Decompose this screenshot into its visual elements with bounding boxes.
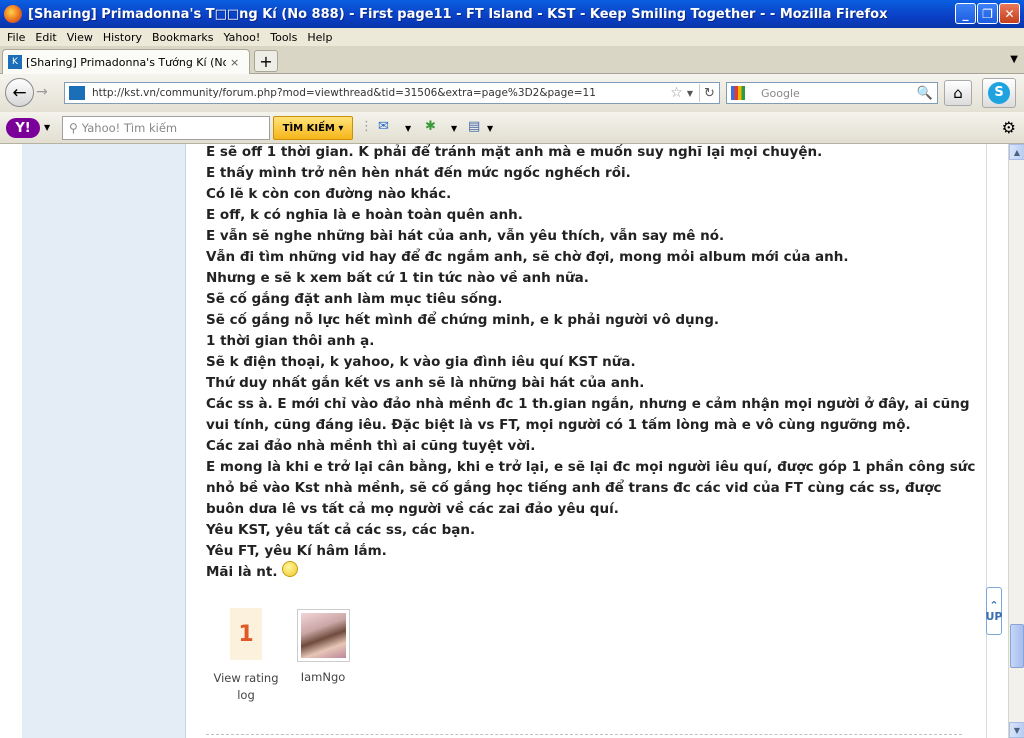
mail-icon[interactable]: ✉: [378, 119, 389, 134]
scroll-up-button[interactable]: ⌃ UP: [985, 587, 1003, 635]
navigation-toolbar: ← → http://kst.vn/community/forum.php?mo…: [0, 74, 1024, 112]
firefox-icon: [4, 5, 22, 23]
page-margin: [0, 144, 22, 738]
menu-help[interactable]: Help: [307, 31, 332, 44]
tab-list-icon[interactable]: ▼: [1010, 54, 1018, 65]
skype-icon: S: [988, 82, 1010, 104]
post-line: Yêu KST, yêu tất cả các ss, các bạn.: [206, 522, 476, 538]
google-icon[interactable]: [731, 86, 745, 100]
url-text[interactable]: http://kst.vn/community/forum.php?mod=vi…: [92, 87, 670, 99]
search-bar[interactable]: Google 🔍: [726, 82, 938, 104]
post-line: Sẽ k điện thoại, k yahoo, k vào gia đình…: [206, 354, 636, 370]
rating-score[interactable]: 1: [230, 608, 262, 660]
post-divider: [206, 734, 962, 735]
addon-icon[interactable]: ✱: [425, 119, 436, 134]
new-tab-button[interactable]: +: [254, 50, 278, 72]
history-dropdown-icon[interactable]: ▼: [687, 89, 693, 98]
post-line: Vẫn đi tìm những vid hay để đc ngắm anh,…: [206, 249, 849, 265]
page-icon[interactable]: ▤: [468, 119, 480, 134]
post-line: Thứ duy nhất gắn kết vs anh sẽ là những …: [206, 375, 645, 391]
addon-dropdown-icon[interactable]: ▼: [451, 124, 457, 133]
menu-tools[interactable]: Tools: [270, 31, 297, 44]
site-identity-icon[interactable]: [69, 86, 85, 100]
menu-edit[interactable]: Edit: [35, 31, 56, 44]
page-right-margin: [986, 144, 1008, 738]
minimize-button[interactable]: _: [955, 3, 976, 24]
tab-current[interactable]: K [Sharing] Primadonna's Tướng Kí (No 88…: [2, 49, 250, 74]
bookmark-star-icon[interactable]: ☆: [670, 85, 683, 101]
menu-bookmarks[interactable]: Bookmarks: [152, 31, 213, 44]
menu-bar: File Edit View History Bookmarks Yahoo! …: [0, 28, 1024, 46]
menu-yahoo[interactable]: Yahoo!: [223, 31, 260, 44]
tab-bar: K [Sharing] Primadonna's Tướng Kí (No 88…: [0, 46, 1024, 74]
home-button[interactable]: ⌂: [944, 80, 972, 106]
post-line: Sẽ cố gắng nỗ lực hết mình để chứng minh…: [206, 312, 720, 328]
post-line: Sẽ cố gắng đặt anh làm mục tiêu sống.: [206, 291, 503, 307]
address-bar[interactable]: http://kst.vn/community/forum.php?mod=vi…: [64, 82, 720, 104]
window-title: [Sharing] Primadonna's T□□ng Kí (No 888)…: [28, 6, 888, 22]
page-dropdown-icon[interactable]: ▼: [487, 124, 493, 133]
post-line: E mong là khi e trở lại cân bằng, khi e …: [206, 459, 976, 517]
search-icon[interactable]: 🔍: [917, 86, 933, 101]
reload-button[interactable]: ↻: [699, 84, 719, 102]
menu-file[interactable]: File: [7, 31, 25, 44]
vertical-scrollbar[interactable]: ▲ ▼: [1008, 144, 1024, 738]
menu-view[interactable]: View: [67, 31, 93, 44]
yahoo-logo[interactable]: Y!: [6, 118, 40, 138]
toolbar-grip-icon: ⋮: [360, 119, 373, 134]
post-line: E vẫn sẽ nghe những bài hát của anh, vẫn…: [206, 228, 725, 244]
window-titlebar: [Sharing] Primadonna's T□□ng Kí (No 888)…: [0, 0, 1024, 28]
smiley-icon: [281, 561, 298, 577]
scroll-up-arrow-icon[interactable]: ▲: [1009, 144, 1024, 160]
author-sidebar: [22, 144, 186, 738]
mail-dropdown-icon[interactable]: ▼: [405, 124, 411, 133]
tab-label: [Sharing] Primadonna's Tướng Kí (No 888)…: [26, 55, 226, 69]
gear-icon[interactable]: ⚙: [1002, 118, 1016, 137]
rater-avatar[interactable]: [297, 609, 350, 662]
post-body: E sẽ off 1 thời gian. K phải để tránh mặ…: [206, 144, 976, 583]
post-line: 1 thời gian thôi anh ạ.: [206, 333, 375, 349]
back-button[interactable]: ←: [5, 78, 34, 107]
scroll-down-arrow-icon[interactable]: ▼: [1009, 722, 1024, 738]
search-icon: ⚲: [69, 121, 78, 135]
post-line: Yêu FT, yêu Kí hâm lắm.: [206, 543, 387, 559]
post-line: Các zai đảo nhà mềnh thì ai cũng tuyệt v…: [206, 438, 536, 454]
rater-name-link[interactable]: IamNgo: [286, 670, 360, 684]
post-line: Có lẽ k còn con đường nào khác.: [206, 186, 452, 202]
yahoo-menu-dropdown-icon[interactable]: ▼: [44, 123, 50, 132]
scrollbar-thumb[interactable]: [1010, 624, 1024, 668]
tab-close-icon[interactable]: ×: [230, 56, 239, 69]
post-line: E off, k có nghĩa là e hoàn toàn quên an…: [206, 207, 523, 223]
avatar-image: [301, 613, 346, 658]
yahoo-search-input[interactable]: ⚲ Yahoo! Tìm kiếm: [62, 116, 270, 140]
view-rating-log-link[interactable]: View rating log: [206, 670, 286, 704]
post-line: Các ss à. E mới chỉ vào đảo nhà mềnh đc …: [206, 396, 970, 433]
yahoo-search-placeholder: Yahoo! Tìm kiếm: [81, 121, 178, 135]
post-line: E sẽ off 1 thời gian. K phải để tránh mặ…: [206, 144, 823, 160]
page-content: E sẽ off 1 thời gian. K phải để tránh mặ…: [0, 144, 1008, 738]
post-line: Mãi là nt.: [206, 564, 278, 580]
menu-history[interactable]: History: [103, 31, 142, 44]
skype-button[interactable]: S: [982, 78, 1016, 108]
forward-button[interactable]: →: [36, 84, 48, 100]
post-line: E thấy mình trở nên hèn nhát đến mức ngố…: [206, 165, 631, 181]
yahoo-search-button[interactable]: TÌM KIẾM ▾: [273, 116, 353, 140]
maximize-button[interactable]: ❐: [977, 3, 998, 24]
post-line: Nhưng e sẽ k xem bất cứ 1 tin tức nào về…: [206, 270, 589, 286]
post-last-line: Mãi là nt.: [206, 561, 976, 583]
yahoo-toolbar: Y! ▼ ⚲ Yahoo! Tìm kiếm TÌM KIẾM ▾ ⋮ ✉ ▼ …: [0, 112, 1024, 144]
search-input[interactable]: Google: [761, 87, 917, 100]
up-label: UP: [985, 610, 1003, 623]
close-button[interactable]: ✕: [999, 3, 1020, 24]
site-favicon: K: [8, 55, 22, 69]
